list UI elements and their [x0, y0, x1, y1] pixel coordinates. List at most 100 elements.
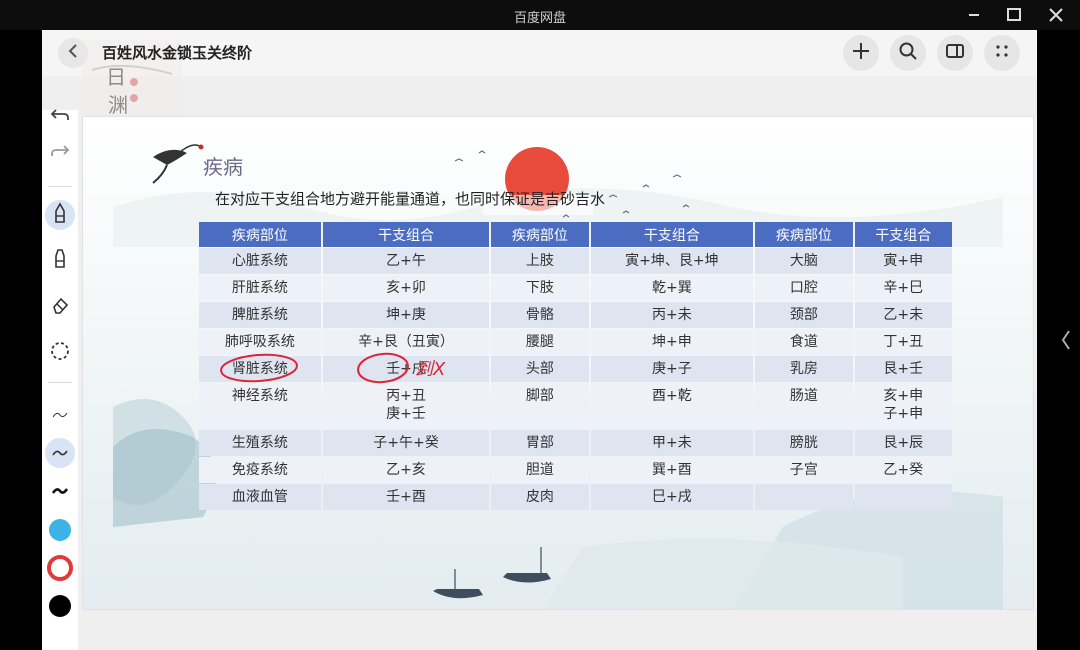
table-cell: 寅+申 [854, 248, 952, 274]
svg-text:渊: 渊 [108, 93, 128, 117]
highlighter-icon [53, 247, 67, 273]
search-button[interactable] [890, 35, 926, 71]
color-blue-swatch[interactable] [45, 515, 75, 545]
undo-icon [50, 107, 70, 127]
redo-icon [50, 143, 70, 163]
table-cell: 甲+未 [590, 430, 754, 456]
document-title: 百姓风水金锁玉关终阶 [102, 44, 253, 62]
table-cell: 大脑 [755, 248, 853, 274]
color-black-swatch[interactable] [45, 591, 75, 621]
divider [48, 382, 72, 383]
lasso-tool[interactable] [45, 338, 75, 368]
close-button[interactable] [1045, 5, 1067, 25]
eraser-icon [50, 295, 70, 319]
table-cell: 乙+亥 [322, 457, 490, 483]
document-viewer: 日 渊 百姓风水金锁玉关终阶 疾病 在对应干支组合地方避开能量通道，也同时保证是… [42, 30, 1037, 650]
table-cell: 颈部 [755, 302, 853, 328]
pen-icon [53, 202, 67, 228]
table-cell: 亥+卯 [322, 275, 490, 301]
table-cell: 巽+酉 [590, 457, 754, 483]
table-cell: 腰腿 [491, 329, 589, 355]
table-row: 免疫系统 乙+亥 胆道 巽+酉 子宫 乙+癸 [199, 457, 952, 483]
table-cell: 胃部 [491, 430, 589, 456]
header-cell: 干支组合 [854, 222, 952, 247]
pen-tool[interactable] [45, 200, 75, 230]
table-cell: 食道 [755, 329, 853, 355]
table-cell: 子宫 [755, 457, 853, 483]
table-row: 肝脏系统 亥+卯 下肢 乾+巽 口腔 辛+巳 [199, 275, 952, 301]
color-red-swatch[interactable] [45, 553, 75, 583]
header-cell: 疾病部位 [199, 222, 321, 247]
header-cell: 疾病部位 [755, 222, 853, 247]
table-cell: 肾脏系统 [199, 356, 321, 382]
undo-button[interactable] [45, 102, 75, 132]
slide-page: 疾病 在对应干支组合地方避开能量通道，也同时保证是吉砂吉水 疾病部位 干支组合 … [82, 116, 1034, 610]
table-cell: 头部 [491, 356, 589, 382]
table-row: 生殖系统 子+午+癸 胃部 甲+未 膀胱 艮+辰 [199, 430, 952, 456]
table-row: 肾脏系统 壬+戌 头部 庚+子 乳房 艮+壬 [199, 356, 952, 382]
table-cell: 辛+巳 [854, 275, 952, 301]
table-header-row: 疾病部位 干支组合 疾病部位 干支组合 疾病部位 干支组合 [199, 222, 952, 247]
add-button[interactable] [843, 35, 879, 71]
window-title: 百度网盘 [513, 11, 566, 26]
table-cell: 口腔 [755, 275, 853, 301]
table-cell: 壬+戌 [322, 356, 490, 382]
table-cell: 丙+丑 庚+壬 [322, 383, 490, 429]
header-cell: 疾病部位 [491, 222, 589, 247]
table-cell: 膀胱 [755, 430, 853, 456]
panel-icon [945, 41, 965, 65]
table-cell: 酉+乾 [590, 383, 754, 429]
more-button[interactable] [984, 35, 1020, 71]
table-cell: 肠道 [755, 383, 853, 429]
slide-title: 疾病 [203, 155, 243, 179]
table-cell [755, 484, 853, 510]
slide-subtitle: 在对应干支组合地方避开能量通道，也同时保证是吉砂吉水 [215, 190, 606, 208]
eraser-tool[interactable] [45, 292, 75, 322]
table-cell: 脚部 [491, 383, 589, 429]
table-cell: 肝脏系统 [199, 275, 321, 301]
table-cell: 子+午+癸 [322, 430, 490, 456]
back-button[interactable] [58, 38, 88, 68]
table-cell: 骨骼 [491, 302, 589, 328]
table-cell: 坤+庚 [322, 302, 490, 328]
header-cell: 干支组合 [590, 222, 754, 247]
table-cell: 艮+辰 [854, 430, 952, 456]
table-cell: 寅+坤、艮+坤 [590, 248, 754, 274]
table-row: 心脏系统 乙+午 上肢 寅+坤、艮+坤 大脑 寅+申 [199, 248, 952, 274]
table-cell: 乙+癸 [854, 457, 952, 483]
table-cell: 丁+丑 [854, 329, 952, 355]
stroke-medium[interactable] [45, 438, 75, 468]
table-cell: 下肢 [491, 275, 589, 301]
table-cell: 生殖系统 [199, 430, 321, 456]
viewer-toolbar: 日 渊 百姓风水金锁玉关终阶 [42, 30, 1037, 120]
table-cell: 血液血管 [199, 484, 321, 510]
window-titlebar: 百度网盘 [0, 0, 1080, 30]
more-icon [992, 41, 1012, 65]
table-cell: 乙+未 [854, 302, 952, 328]
divider [48, 186, 72, 187]
table-cell: 乾+巽 [590, 275, 754, 301]
table-cell: 肺呼吸系统 [199, 329, 321, 355]
table-cell: 免疫系统 [199, 457, 321, 483]
table-row: 脾脏系统 坤+庚 骨骼 丙+未 颈部 乙+未 [199, 302, 952, 328]
table-cell: 艮+壬 [854, 356, 952, 382]
table-row: 血液血管 壬+酉 皮肉 巳+戌 [199, 484, 952, 510]
back-icon [66, 43, 80, 63]
panel-toggle-button[interactable] [937, 35, 973, 71]
table-cell: 丙+未 [590, 302, 754, 328]
stroke-thick[interactable] [45, 476, 75, 506]
minimize-button[interactable] [963, 5, 985, 25]
search-icon [898, 41, 918, 65]
table-cell: 神经系统 [199, 383, 321, 429]
maximize-button[interactable] [1003, 5, 1025, 25]
redo-button[interactable] [45, 138, 75, 168]
highlighter-tool[interactable] [45, 245, 75, 275]
table-cell: 心脏系统 [199, 248, 321, 274]
lasso-icon [49, 340, 71, 366]
table-cell: 壬+酉 [322, 484, 490, 510]
stroke-thin[interactable] [45, 400, 75, 430]
plus-icon [851, 41, 871, 65]
svg-text:日: 日 [106, 65, 126, 89]
chevron-left-icon[interactable] [1058, 328, 1074, 352]
table-cell: 庚+子 [590, 356, 754, 382]
